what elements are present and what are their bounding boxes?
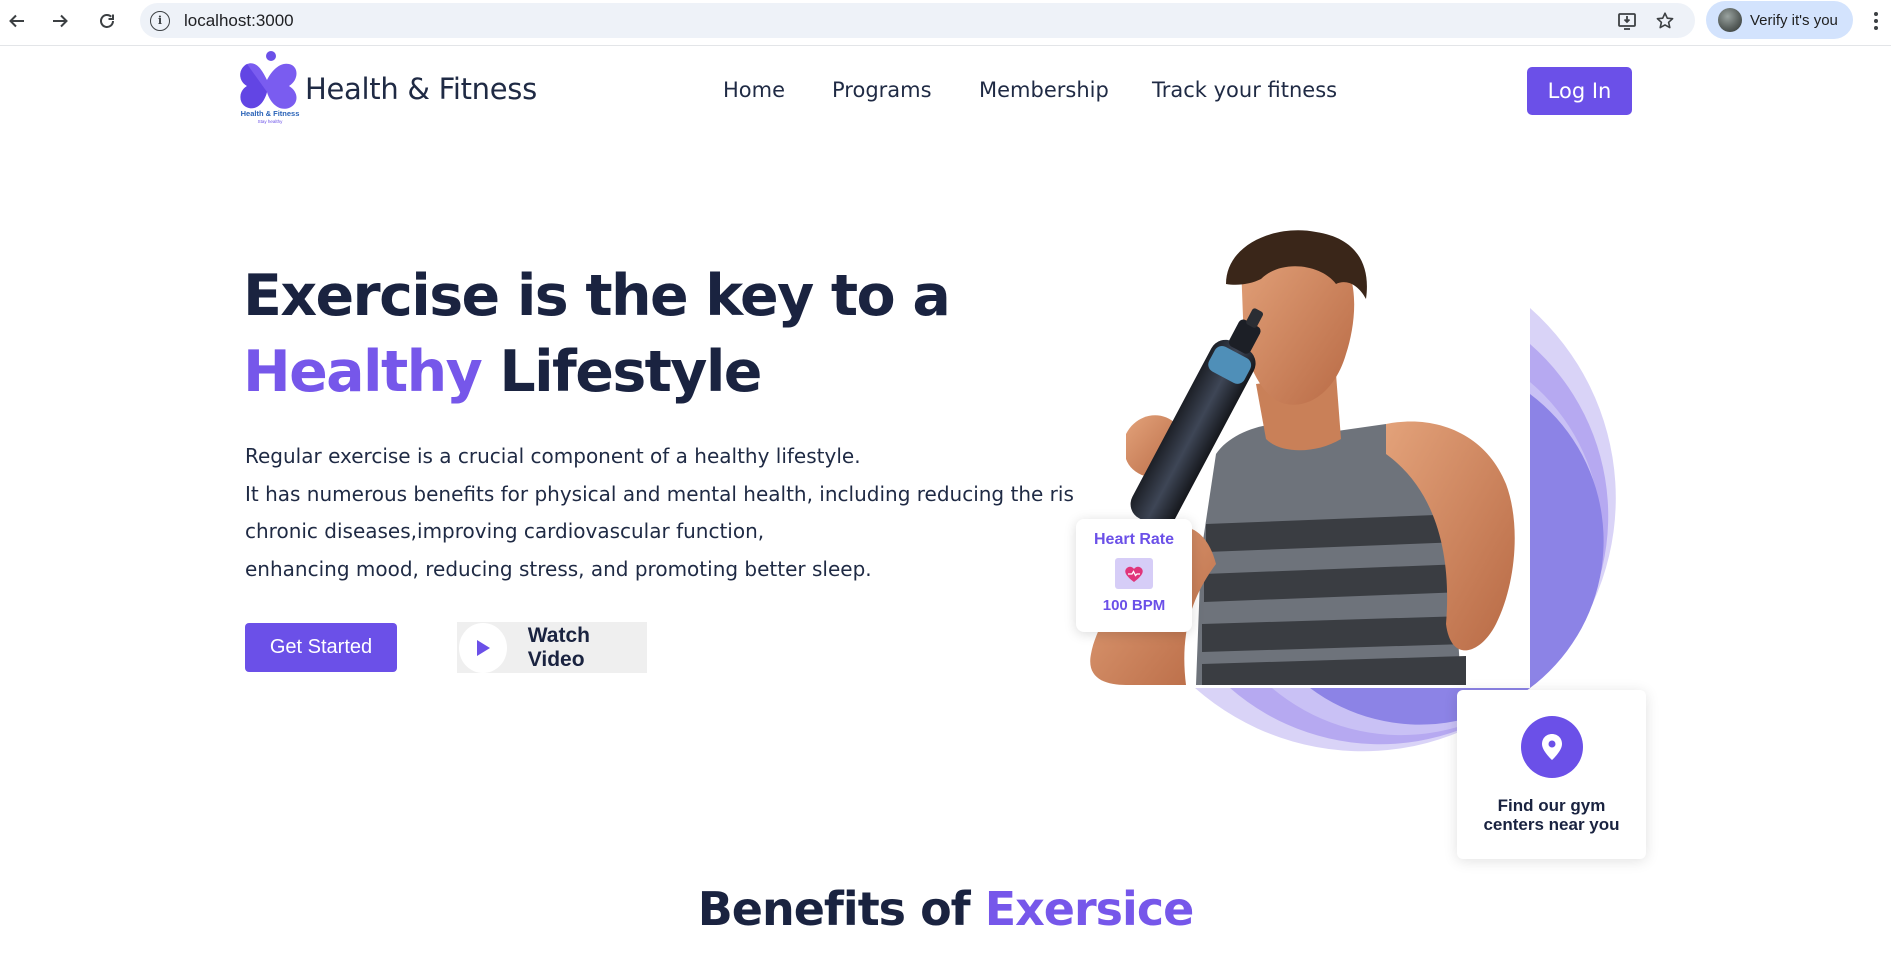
kebab-menu-icon[interactable] [1866, 6, 1886, 36]
description-line: chronic diseases,improving cardiovascula… [245, 519, 765, 543]
address-bar[interactable]: i localhost:3000 [140, 3, 1695, 38]
arrow-right-icon [53, 14, 68, 28]
heart-rate-title: Heart Rate [1093, 531, 1175, 548]
nav-link-programs[interactable]: Programs [832, 78, 932, 102]
hero-title-accent: Healthy [243, 339, 483, 405]
heart-pulse-icon [1115, 558, 1153, 589]
logo-text: Health & Fitness [241, 109, 300, 118]
hero-title: Exercise is the key to a Healthy Lifesty… [243, 258, 951, 410]
gym-finder-card[interactable]: Find our gym centers near you [1457, 690, 1646, 859]
nav-link-home[interactable]: Home [723, 78, 785, 102]
star-icon[interactable] [1650, 3, 1680, 38]
hero-description: Regular exercise is a crucial component … [245, 438, 1075, 588]
login-button[interactable]: Log In [1527, 67, 1632, 115]
hero-title-line1: Exercise is the key to a [243, 263, 951, 329]
benefits-heading-accent: Exersice [984, 882, 1195, 936]
logo-tagline: Stay healthy [258, 119, 284, 124]
watch-video-label: Watch Video [527, 623, 590, 671]
heart-rate-card: Heart Rate 100 BPM [1076, 519, 1192, 632]
nav-link-track-fitness[interactable]: Track your fitness [1152, 78, 1337, 102]
arrow-left-icon [9, 14, 24, 28]
profile-label: Verify it's you [1750, 11, 1838, 29]
play-button[interactable] [459, 622, 507, 673]
reload-button[interactable] [92, 6, 122, 36]
heart-rate-value: 100 BPM [1102, 597, 1166, 614]
play-icon [476, 639, 490, 656]
reload-icon [100, 14, 114, 28]
description-line: enhancing mood, reducing stress, and pro… [245, 556, 872, 581]
nav-link-membership[interactable]: Membership [979, 78, 1109, 102]
benefits-heading-text: Benefits of [697, 882, 985, 936]
gym-finder-text: Find our gym centers near you [1483, 796, 1620, 834]
avatar [1718, 8, 1742, 32]
description-line: Regular exercise is a crucial component … [245, 444, 861, 468]
site-logo[interactable]: Health & Fitness Stay healthy [237, 50, 303, 124]
forward-button[interactable] [45, 6, 75, 36]
profile-chip[interactable]: Verify it's you [1706, 1, 1853, 39]
hero-title-line2: Healthy Lifestyle [243, 334, 949, 410]
hero-title-rest: Lifestyle [481, 339, 762, 405]
watch-video-button[interactable]: Watch Video [457, 622, 647, 673]
info-icon[interactable]: i [150, 10, 170, 31]
location-pin-icon [1541, 734, 1562, 760]
description-line: It has numerous benefits for physical an… [245, 481, 1075, 506]
brand-name[interactable]: Health & Fitness [305, 72, 537, 106]
back-button[interactable] [2, 6, 32, 36]
install-app-icon[interactable] [1612, 3, 1642, 38]
location-pin-button[interactable] [1520, 716, 1583, 778]
url-text[interactable]: localhost:3000 [184, 11, 294, 31]
browser-toolbar: i localhost:3000 Verify it's you [0, 0, 1891, 46]
get-started-button[interactable]: Get Started [245, 623, 397, 672]
benefits-heading: Benefits of Exersice [0, 882, 1891, 936]
